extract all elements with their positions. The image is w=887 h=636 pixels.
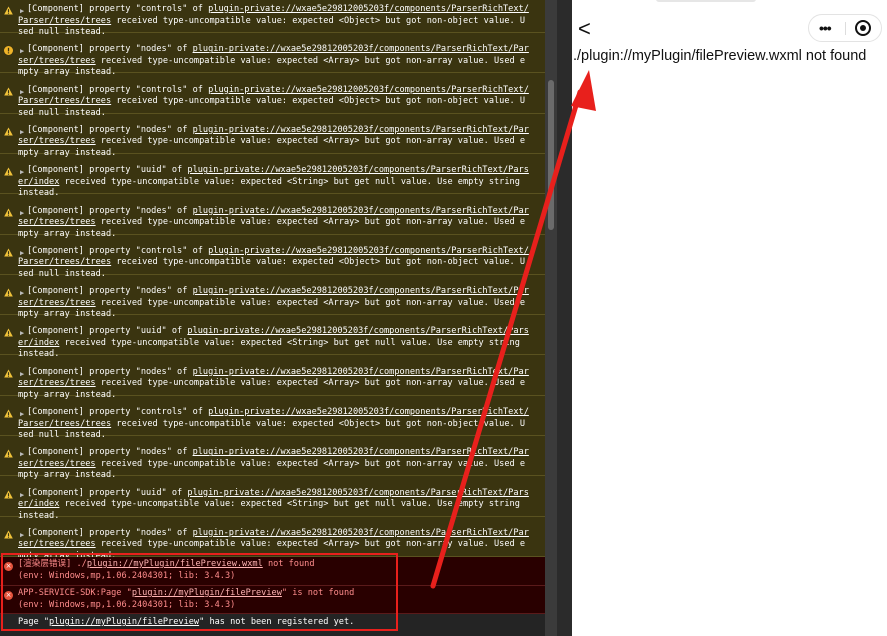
render-error-text: [渲染层错误] ./plugin://myPlugin/filePreview.… (18, 559, 315, 581)
page-not-registered-link[interactable]: plugin://myPlugin/filePreview (49, 617, 199, 627)
sdk-error-entry[interactable]: × APP-SERVICE-SDK:Page "plugin://myPlugi… (0, 586, 545, 614)
warning-icon (4, 369, 13, 378)
console-entry[interactable]: ▶ [Component] property "controls" of plug… (0, 235, 545, 279)
warning-icon (4, 328, 13, 337)
warning-icon (4, 6, 13, 15)
more-icon[interactable]: ••• (819, 21, 832, 35)
info-circle-icon (4, 46, 13, 56)
console-entry[interactable]: ▶ [Component] property "uuid" of plugin-p… (0, 315, 545, 359)
warning-icon (4, 288, 13, 297)
render-error-env: (env: Windows,mp,1.06.2404301; lib: 3.4.… (18, 570, 236, 581)
sdk-error-text: APP-SERVICE-SDK:Page "plugin://myPlugin/… (18, 588, 355, 610)
capsule-divider (845, 22, 846, 35)
warning-icon (4, 207, 13, 217)
console-entry[interactable]: ▶ [Component] property "nodes" of plugin-… (0, 275, 545, 319)
console-panel: ▶ [Component] property "controls" of plug… (0, 0, 545, 636)
warning-icon (4, 409, 13, 418)
console-entry[interactable]: ▶ [Component] property "nodes" of plugin-… (0, 517, 545, 561)
page-not-registered-entry[interactable]: Page "plugin://myPlugin/filePreview" has… (0, 614, 545, 636)
console-entry[interactable]: ▶ [Component] property "controls" of plug… (0, 0, 545, 37)
console-entry[interactable]: ▶ [Component] property "uuid" of plugin-p… (0, 154, 545, 198)
console-entry[interactable]: ▶ [Component] property "nodes" of plugin-… (0, 33, 545, 77)
console-entry[interactable]: ▶ [Component] property "nodes" of plugin-… (0, 195, 545, 239)
mini-program-capsule: ••• (808, 14, 882, 42)
warning-icon (4, 248, 13, 257)
console-entry[interactable]: ▶ [Component] property "uuid" of plugin-p… (0, 477, 545, 521)
sdk-error-env: (env: Windows,mp,1.06.2404301; lib: 3.4.… (18, 599, 236, 610)
warning-icon (4, 127, 13, 136)
console-entry[interactable]: ▶ [Component] property "nodes" of plugin-… (0, 356, 545, 400)
console-entry[interactable]: ▶ [Component] property "controls" of plug… (0, 396, 545, 440)
close-target-icon[interactable] (855, 20, 871, 36)
simulator-preview: < ••• ./plugin://myPlugin/filePreview.wx… (572, 0, 887, 636)
page-not-registered-text: Page "plugin://myPlugin/filePreview" has… (18, 617, 355, 627)
console-entry[interactable]: ▶ [Component] property "controls" of plug… (0, 74, 545, 118)
render-error-entry[interactable]: × [渲染层错误] ./plugin://myPlugin/filePrevie… (0, 557, 545, 586)
sdk-error-link[interactable]: plugin://myPlugin/filePreview (132, 588, 282, 598)
console-entry[interactable]: ▶ [Component] property "nodes" of plugin-… (0, 114, 545, 158)
page-not-found-message: ./plugin://myPlugin/filePreview.wxml not… (573, 48, 867, 64)
top-bar-hint (656, 0, 756, 2)
panel-divider (557, 0, 572, 636)
console-entry[interactable]: ▶ [Component] property "nodes" of plugin-… (0, 436, 545, 480)
error-icon: × (4, 562, 13, 571)
warning-icon (4, 449, 13, 458)
console-scrollbar-thumb[interactable] (548, 80, 554, 230)
warning-icon (4, 167, 13, 176)
warning-icon (4, 530, 13, 539)
back-arrow-icon[interactable]: < (578, 18, 591, 40)
warning-icon (4, 490, 13, 499)
render-error-link[interactable]: plugin://myPlugin/filePreview.wxml (87, 559, 263, 569)
error-icon: × (4, 591, 13, 600)
warning-icon (4, 87, 13, 96)
